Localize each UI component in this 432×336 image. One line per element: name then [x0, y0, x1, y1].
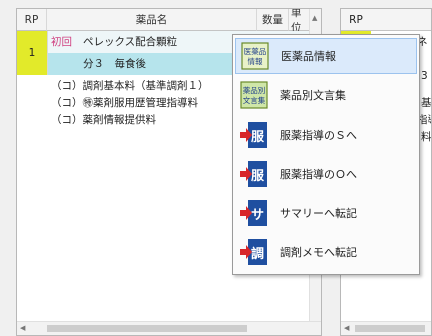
fee-row-1[interactable]: （コ）調剤基本料（基準調剤１）	[51, 78, 209, 95]
svg-text:服: 服	[251, 130, 265, 145]
menu-item-guidance-s[interactable]: 服 服薬指導のＳへ	[235, 117, 417, 153]
app-window: RP 薬品名 数量 単位▲ 1 初回 ペレックス配合顆粒 分３ 毎食後 （コ）調…	[0, 0, 432, 336]
column-header-drug-name[interactable]: 薬品名	[47, 9, 257, 31]
guidance-o-icon: 服	[240, 161, 267, 187]
menu-item-label: 医薬品情報	[281, 50, 336, 63]
guidance-s-icon: 服	[240, 122, 267, 148]
memo-transfer-icon: 調	[240, 239, 267, 265]
cell-fragment[interactable]: 3	[421, 68, 428, 85]
scroll-up-icon[interactable]: ▲	[312, 15, 317, 22]
svg-text:薬品別: 薬品別	[243, 85, 266, 95]
column-header-rp[interactable]: RP	[341, 9, 371, 31]
menu-item-summary-transfer[interactable]: サ サマリーへ転記	[235, 195, 417, 231]
svg-text:医薬品: 医薬品	[244, 46, 267, 56]
rp-number-cell[interactable]: 1	[17, 31, 47, 75]
svg-text:文言集: 文言集	[243, 95, 266, 105]
horizontal-scrollbar[interactable]: ◀	[341, 321, 431, 335]
rp-number: 1	[28, 47, 36, 59]
column-header-rp[interactable]: RP	[17, 9, 47, 31]
fee-row-3[interactable]: （コ）薬剤情報提供料	[51, 112, 156, 129]
horizontal-scrollbar[interactable]: ◀	[17, 321, 321, 335]
menu-item-label: 服薬指導のＳへ	[280, 129, 357, 142]
summary-transfer-icon: サ	[240, 200, 267, 226]
dosage-cell[interactable]: 分３ 毎食後	[83, 56, 146, 73]
context-menu: 医薬品 情報 医薬品情報 薬品別 文言集 薬品別文言集 服 服薬指導のＳへ 服 …	[232, 34, 420, 275]
menu-item-label: サマリーへ転記	[280, 207, 357, 220]
menu-item-drug-info[interactable]: 医薬品 情報 医薬品情報	[235, 38, 417, 74]
menu-item-label: 調剤メモへ転記	[280, 246, 357, 259]
column-header	[371, 9, 431, 31]
menu-item-phrase-collection[interactable]: 薬品別 文言集 薬品別文言集	[235, 77, 417, 113]
menu-item-guidance-o[interactable]: 服 服薬指導のＯへ	[235, 156, 417, 192]
fee-row-2[interactable]: （コ）㊕薬剤服用歴管理指導料	[51, 95, 198, 112]
column-header-quantity[interactable]: 数量	[257, 9, 289, 31]
menu-item-label: 薬品別文言集	[280, 89, 346, 102]
cell-fragment[interactable]: 基	[421, 95, 431, 112]
drug-name-cell[interactable]: ペレックス配合顆粒	[83, 34, 177, 51]
svg-text:服: 服	[251, 169, 265, 184]
svg-text:サ: サ	[251, 208, 264, 223]
cell-fragment[interactable]: 料	[421, 129, 431, 146]
scroll-left-icon[interactable]: ◀	[344, 325, 349, 332]
phrase-collection-icon: 薬品別 文言集	[240, 81, 268, 109]
scroll-left-icon[interactable]: ◀	[20, 325, 25, 332]
menu-item-memo-transfer[interactable]: 調 調剤メモへ転記	[235, 234, 417, 270]
svg-text:調: 調	[251, 246, 264, 262]
menu-item-label: 服薬指導のＯへ	[280, 168, 357, 181]
scroll-thumb[interactable]	[47, 325, 247, 332]
column-divider	[47, 31, 48, 75]
drug-info-icon: 医薬品 情報	[241, 42, 269, 70]
first-time-tag: 初回	[51, 36, 72, 48]
scroll-thumb[interactable]	[355, 325, 425, 332]
svg-text:情報: 情報	[248, 56, 263, 66]
